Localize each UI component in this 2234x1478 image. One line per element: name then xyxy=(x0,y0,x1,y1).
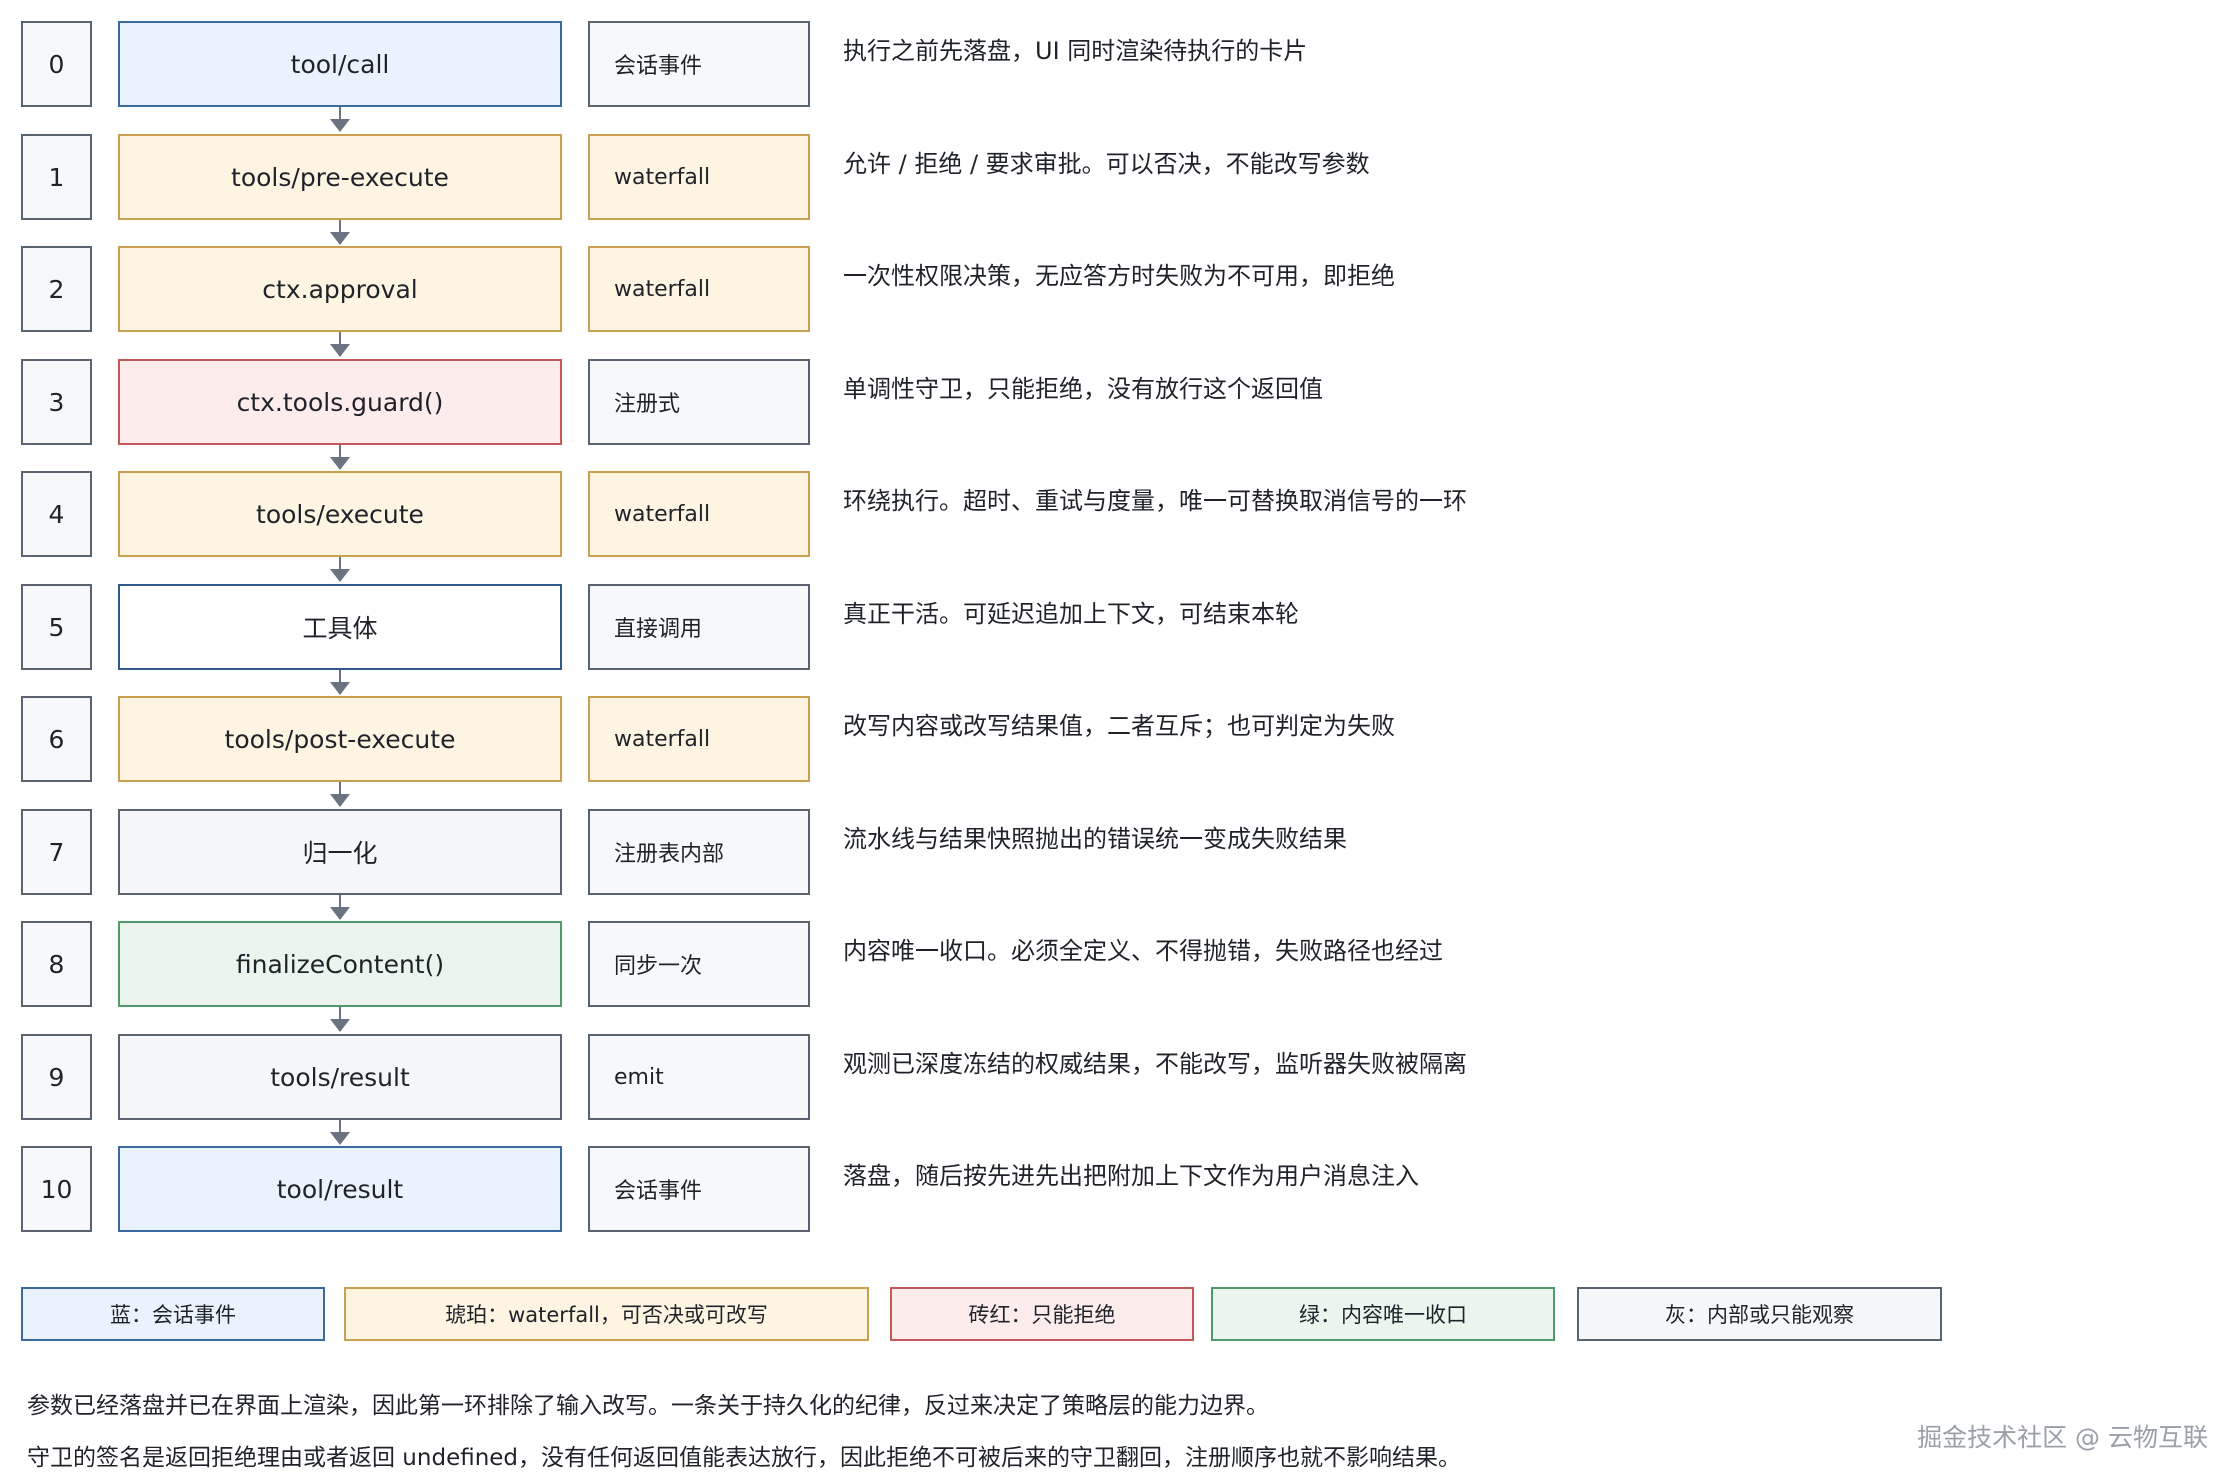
step-name: tools/post-execute xyxy=(118,696,562,782)
step-kind: 同步一次 xyxy=(588,921,810,1007)
step-kind: waterfall xyxy=(588,471,810,557)
down-arrow-icon xyxy=(330,670,350,696)
step-name: 归一化 xyxy=(118,809,562,895)
step-name: tools/pre-execute xyxy=(118,134,562,220)
step-index: 1 xyxy=(21,134,92,220)
step-index: 2 xyxy=(21,246,92,332)
step-kind: waterfall xyxy=(588,696,810,782)
step-row: 4 tools/execute waterfall 环绕执行。超时、重试与度量，唯一可… xyxy=(0,471,2234,557)
step-index: 7 xyxy=(21,809,92,895)
step-row: 5 工具体 直接调用 真正干活。可延迟追加上下文，可结束本轮 xyxy=(0,584,2234,670)
step-row: 9 tools/result emit 观测已深度冻结的权威结果，不能改写，监听器失败… xyxy=(0,1034,2234,1120)
step-description: 改写内容或改写结果值，二者互斥；也可判定为失败 xyxy=(843,712,1395,740)
step-row: 8 finalizeContent() 同步一次 内容唯一收口。必须全定义、不得抛错，… xyxy=(0,921,2234,1007)
down-arrow-icon xyxy=(330,557,350,583)
step-name: tools/execute xyxy=(118,471,562,557)
step-description: 允许 / 拒绝 / 要求审批。可以否决，不能改写参数 xyxy=(843,150,1370,178)
step-description: 执行之前先落盘，UI 同时渲染待执行的卡片 xyxy=(843,37,1308,65)
step-kind: 会话事件 xyxy=(588,1146,810,1232)
step-description: 环绕执行。超时、重试与度量，唯一可替换取消信号的一环 xyxy=(843,487,1467,515)
step-index: 6 xyxy=(21,696,92,782)
step-description: 真正干活。可延迟追加上下文，可结束本轮 xyxy=(843,600,1299,628)
down-arrow-icon xyxy=(330,445,350,471)
step-index: 8 xyxy=(21,921,92,1007)
down-arrow-icon xyxy=(330,332,350,358)
step-kind: 注册式 xyxy=(588,359,810,445)
step-name: finalizeContent() xyxy=(118,921,562,1007)
step-name: tool/call xyxy=(118,21,562,107)
down-arrow-icon xyxy=(330,895,350,921)
note-persistence: 参数已经落盘并已在界面上渲染，因此第一环排除了输入改写。一条关于持久化的纪律，反… xyxy=(27,1393,1269,1419)
step-kind: 会话事件 xyxy=(588,21,810,107)
step-kind: 直接调用 xyxy=(588,584,810,670)
step-description: 观测已深度冻结的权威结果，不能改写，监听器失败被隔离 xyxy=(843,1050,1467,1078)
step-kind: waterfall xyxy=(588,134,810,220)
step-description: 内容唯一收口。必须全定义、不得抛错，失败路径也经过 xyxy=(843,937,1443,965)
step-index: 0 xyxy=(21,21,92,107)
step-index: 9 xyxy=(21,1034,92,1120)
step-kind: 注册表内部 xyxy=(588,809,810,895)
down-arrow-icon xyxy=(330,782,350,808)
step-row: 6 tools/post-execute waterfall 改写内容或改写结果值，二… xyxy=(0,696,2234,782)
step-kind: waterfall xyxy=(588,246,810,332)
down-arrow-icon xyxy=(330,1007,350,1033)
step-row: 7 归一化 注册表内部 流水线与结果快照抛出的错误统一变成失败结果 xyxy=(0,809,2234,895)
step-name: ctx.tools.guard() xyxy=(118,359,562,445)
step-name: tool/result xyxy=(118,1146,562,1232)
step-row: 0 tool/call 会话事件 执行之前先落盘，UI 同时渲染待执行的卡片 xyxy=(0,21,2234,107)
step-name: tools/result xyxy=(118,1034,562,1120)
step-description: 落盘，随后按先进先出把附加上下文作为用户消息注入 xyxy=(843,1162,1419,1190)
step-kind: emit xyxy=(588,1034,810,1120)
legend-item-green: 绿：内容唯一收口 xyxy=(1211,1287,1555,1341)
legend-item-amber: 琥珀：waterfall，可否决或可改写 xyxy=(344,1287,869,1341)
step-index: 5 xyxy=(21,584,92,670)
step-row: 3 ctx.tools.guard() 注册式 单调性守卫，只能拒绝，没有放行这个返回… xyxy=(0,359,2234,445)
step-description: 流水线与结果快照抛出的错误统一变成失败结果 xyxy=(843,825,1347,853)
legend-item-blue: 蓝：会话事件 xyxy=(21,1287,325,1341)
watermark: 掘金技术社区 @ 云物互联 xyxy=(1917,1423,2208,1452)
step-index: 10 xyxy=(21,1146,92,1232)
down-arrow-icon xyxy=(330,220,350,246)
down-arrow-icon xyxy=(330,1120,350,1146)
step-name: 工具体 xyxy=(118,584,562,670)
step-index: 3 xyxy=(21,359,92,445)
step-row: 10 tool/result 会话事件 落盘，随后按先进先出把附加上下文作为用户消息注… xyxy=(0,1146,2234,1232)
step-description: 一次性权限决策，无应答方时失败为不可用，即拒绝 xyxy=(843,262,1395,290)
legend-item-gray: 灰：内部或只能观察 xyxy=(1577,1287,1942,1341)
step-row: 2 ctx.approval waterfall 一次性权限决策，无应答方时失败为不可… xyxy=(0,246,2234,332)
step-name: ctx.approval xyxy=(118,246,562,332)
legend-item-red: 砖红：只能拒绝 xyxy=(890,1287,1194,1341)
step-description: 单调性守卫，只能拒绝，没有放行这个返回值 xyxy=(843,375,1323,403)
down-arrow-icon xyxy=(330,107,350,133)
step-index: 4 xyxy=(21,471,92,557)
step-row: 1 tools/pre-execute waterfall 允许 / 拒绝 / 要求审… xyxy=(0,134,2234,220)
note-guard-signature: 守卫的签名是返回拒绝理由或者返回 undefined，没有任何返回值能表达放行，… xyxy=(27,1445,1462,1471)
